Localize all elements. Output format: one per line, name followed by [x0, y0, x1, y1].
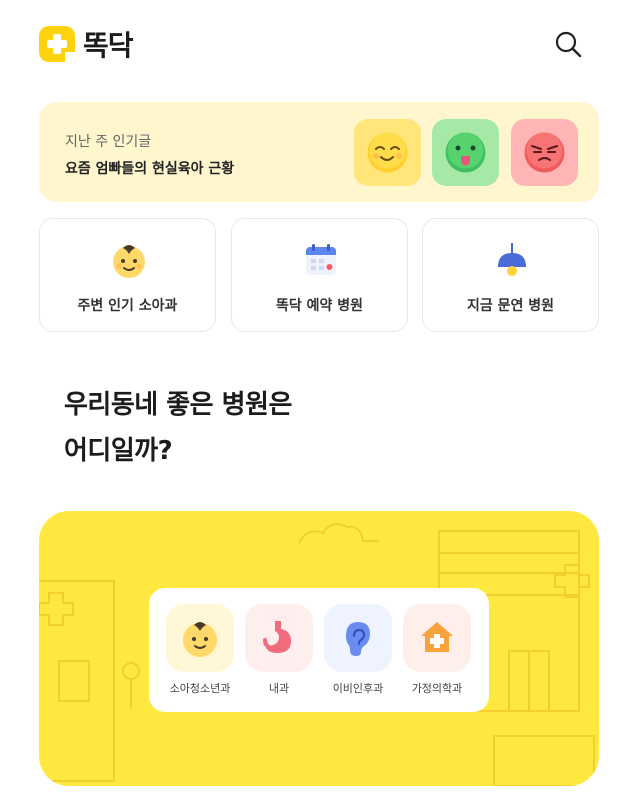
department-tile — [166, 604, 234, 672]
annoyed-face-icon — [524, 132, 565, 173]
department-pediatrics[interactable]: 소아청소년과 — [166, 604, 234, 696]
emoji-tile-smile — [354, 119, 421, 186]
search-icon — [555, 31, 582, 58]
popular-title: 요즘 엄빠들의 현실육아 근황 — [65, 161, 235, 177]
headline-line-2: 어디일까? — [64, 436, 173, 466]
department-tile — [403, 604, 471, 672]
headline-line-1: 우리동네 좋은 병원은 — [64, 390, 292, 420]
emoji-tile-sick — [432, 119, 499, 186]
department-family-medicine[interactable]: 가정의학과 — [403, 604, 471, 696]
section-headline: 우리동네 좋은 병원은 어디일까? — [64, 382, 292, 474]
menu-card-ddokdak-reservation[interactable]: 똑닥 예약 병원 — [231, 218, 408, 332]
department-tile — [324, 604, 392, 672]
baby-face-icon — [113, 245, 145, 278]
house-medical-icon — [421, 622, 453, 652]
department-tile — [245, 604, 313, 672]
department-ent[interactable]: 이비인후과 — [324, 604, 392, 696]
popular-subtitle: 지난 주 인기글 — [65, 134, 152, 150]
department-label: 내과 — [268, 682, 290, 695]
logo-plus-icon — [39, 26, 77, 64]
department-label: 이비인후과 — [332, 682, 384, 695]
ear-icon — [346, 622, 370, 656]
search-button[interactable] — [552, 28, 584, 60]
menu-label: 지금 문연 병원 — [466, 298, 555, 314]
smiling-face-icon — [367, 132, 408, 173]
calendar-icon — [306, 244, 336, 275]
stomach-icon — [263, 621, 291, 653]
department-internal-medicine[interactable]: 내과 — [245, 604, 313, 696]
baby-face-icon — [183, 622, 217, 657]
app-logo[interactable]: 똑닥 — [39, 24, 134, 64]
app-header: 똑닥 — [0, 0, 624, 88]
department-label: 가정의학과 — [411, 682, 463, 695]
logo-text: 똑닥 — [83, 29, 134, 62]
menu-label: 똑닥 예약 병원 — [275, 298, 364, 314]
sick-face-icon — [445, 132, 486, 173]
department-label: 소아청소년과 — [169, 682, 231, 695]
menu-label: 주변 인기 소아과 — [77, 298, 178, 314]
department-list: 소아청소년과 내과 이비인후과 가정의학과 — [149, 588, 489, 712]
lamp-icon — [498, 243, 526, 276]
emoji-tile-annoyed — [511, 119, 578, 186]
menu-card-open-now[interactable]: 지금 문연 병원 — [422, 218, 599, 332]
menu-card-popular-pediatrics[interactable]: 주변 인기 소아과 — [39, 218, 216, 332]
popular-post-banner[interactable]: 지난 주 인기글 요즘 엄빠들의 현실육아 근황 — [39, 102, 599, 202]
department-banner: 소아청소년과 내과 이비인후과 가정의학과 — [39, 511, 599, 786]
